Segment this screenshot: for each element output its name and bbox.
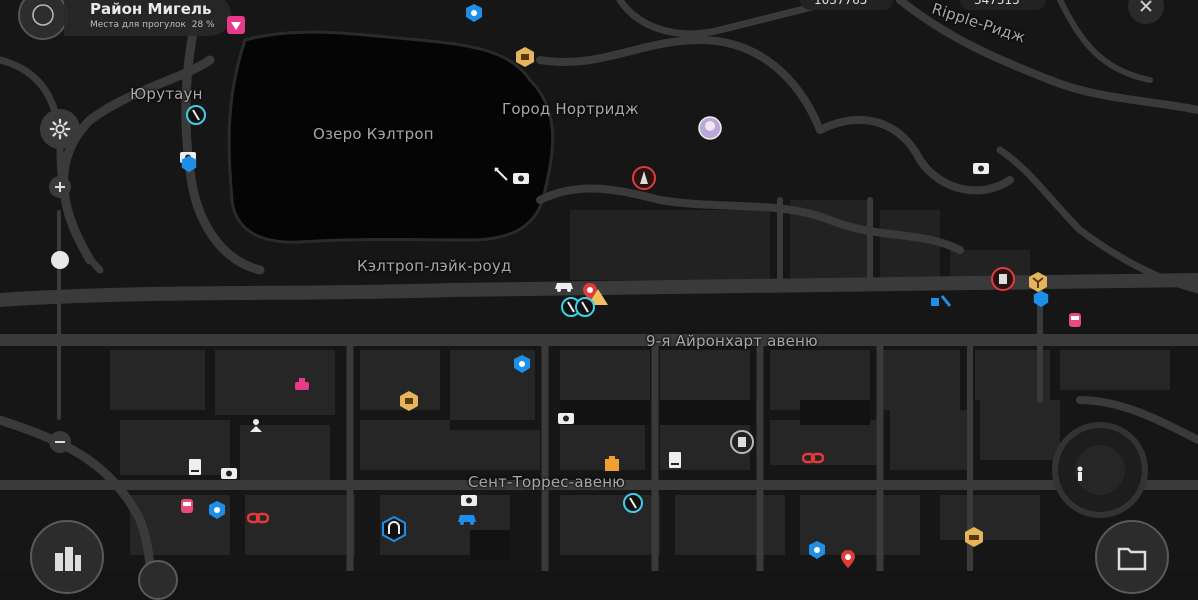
shop-orange-icon[interactable] [601,453,623,475]
camera-icon[interactable] [218,461,240,483]
landmark-red-icon[interactable] [632,166,656,190]
landmark-red-icon[interactable] [991,267,1015,291]
district-subtitle: Места для прогулок 28 % [90,20,215,30]
label-avenue: 9-я Айронхарт авеню [646,332,818,350]
box-gold-icon[interactable] [398,390,420,412]
agent-blue-icon[interactable] [178,153,200,175]
gate-blue-icon[interactable] [381,516,407,542]
label-lake: Озеро Кэлтроп [313,125,434,143]
book-icon[interactable] [184,456,206,478]
camera-icon[interactable] [510,166,532,188]
label-lake-road: Кэлтроп-лэйк-роуд [357,257,512,275]
tram-pink-icon[interactable] [176,496,198,518]
character-avatar-icon[interactable] [698,116,722,140]
npc-white-icon[interactable] [1069,463,1091,485]
chain-red-icon[interactable] [802,447,824,469]
folder-icon[interactable] [1095,520,1169,594]
top-counter-1: 1037765 [800,0,894,10]
tram-pink-icon[interactable] [1064,310,1086,332]
camera-icon[interactable] [555,406,577,428]
camera-icon[interactable] [970,156,992,178]
top-counter-2: 347315 [960,0,1046,10]
zoom-slider-track[interactable] [57,210,61,420]
agent-blue-icon[interactable] [463,2,485,24]
label-yurutown: Юрутаун [130,85,203,103]
minus-icon[interactable] [49,431,71,453]
agent-blue-icon[interactable] [806,539,828,561]
label-northridge: Город Нортридж [502,100,639,118]
taxi-pink-icon[interactable] [291,374,313,396]
agent-blue-icon[interactable] [1030,288,1052,310]
repair-blue-icon[interactable] [930,290,952,312]
nav-circle-button[interactable] [138,560,178,600]
box-gold-icon[interactable] [963,526,985,548]
hollow-zero-cyan-icon[interactable] [185,104,207,126]
hollow-zero-cyan-icon[interactable] [622,492,644,514]
book-icon[interactable] [664,449,686,471]
label-torres: Сент-Торрес-авеню [468,473,626,491]
npc-white-icon[interactable] [245,414,267,436]
city-buildings-icon[interactable] [30,520,104,594]
car-icon[interactable] [553,275,575,297]
agent-blue-icon[interactable] [206,499,228,521]
camera-icon[interactable] [458,488,480,510]
gear-icon[interactable] [40,109,80,149]
compass-icon[interactable] [18,0,68,40]
district-name: Район Мигель [90,0,212,18]
agent-blue-icon[interactable] [511,353,533,375]
chain-red-icon[interactable] [247,507,269,529]
hollow-zero-cyan-icon[interactable] [574,296,596,318]
shop-pink-icon[interactable] [225,14,247,36]
clue-white-icon[interactable] [490,163,512,185]
plus-icon[interactable] [49,176,71,198]
district-panel: Район Мигель Места для прогулок 28 % [64,0,231,36]
district-header[interactable]: Район Мигель Места для прогулок 28 % [18,0,231,40]
zoom-slider-handle[interactable] [51,251,69,269]
box-gold-icon[interactable] [514,46,536,68]
landmark-grey-icon[interactable] [730,430,754,454]
car-blue-icon[interactable] [456,508,478,530]
location-pin-red-icon[interactable] [837,548,859,570]
district-progress: 28 % [191,20,215,30]
